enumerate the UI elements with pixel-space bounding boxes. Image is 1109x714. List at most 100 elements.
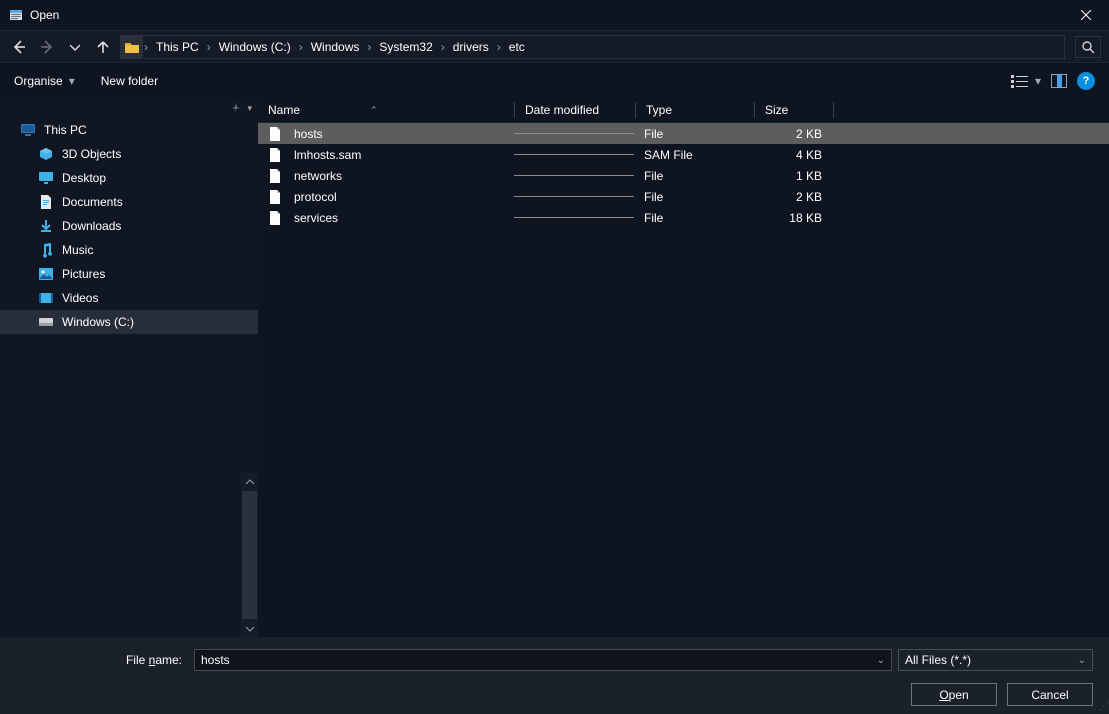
sort-asc-icon: ⌃ xyxy=(370,105,378,116)
file-date-redacted xyxy=(514,133,634,134)
file-name: services xyxy=(294,211,514,225)
file-type: File xyxy=(634,190,752,204)
app-icon xyxy=(8,7,24,23)
chevron-down-icon[interactable]: ▾ xyxy=(247,103,252,114)
file-row-lmhosts-sam[interactable]: lmhosts.samSAM File4 KB xyxy=(258,144,1109,165)
organise-label: Organise xyxy=(14,74,63,88)
scrollbar-thumb[interactable] xyxy=(242,491,257,619)
file-size: 4 KB xyxy=(752,148,830,162)
dialog-footer: File name: ⌄ All Files (*.*) ⌄ Open Canc… xyxy=(0,637,1109,714)
file-icon xyxy=(268,168,284,184)
sidebar-item-desktop[interactable]: Desktop xyxy=(0,166,258,190)
breadcrumb-this-pc[interactable]: This PC xyxy=(149,36,206,58)
breadcrumb-windows-c-[interactable]: Windows (C:) xyxy=(212,36,298,58)
nav-toolbar: › This PC›Windows (C:)›Windows›System32›… xyxy=(0,30,1109,63)
column-type[interactable]: Type xyxy=(636,98,754,122)
cancel-button[interactable]: Cancel xyxy=(1007,683,1093,706)
open-button[interactable]: Open xyxy=(911,683,997,706)
pin-icon[interactable] xyxy=(231,103,241,113)
column-divider[interactable] xyxy=(833,102,834,118)
chevron-down-icon: ▾ xyxy=(69,74,75,88)
up-button[interactable] xyxy=(92,36,114,58)
file-size: 2 KB xyxy=(752,127,830,141)
sidebar-item-label: 3D Objects xyxy=(62,147,121,161)
help-button[interactable]: ? xyxy=(1077,72,1095,90)
down-icon xyxy=(38,218,54,234)
forward-button[interactable] xyxy=(36,36,58,58)
file-row-networks[interactable]: networksFile1 KB xyxy=(258,165,1109,186)
sidebar-item-videos[interactable]: Videos xyxy=(0,286,258,310)
sidebar-item-label: Music xyxy=(62,243,93,257)
preview-pane-icon xyxy=(1051,74,1067,88)
file-type-filter[interactable]: All Files (*.*) ⌄ xyxy=(898,649,1093,671)
column-date-modified[interactable]: Date modified xyxy=(515,98,635,122)
sidebar-scrollbar[interactable] xyxy=(241,473,258,637)
scroll-up-icon[interactable] xyxy=(241,473,258,490)
file-type: File xyxy=(634,169,752,183)
sidebar-item-label: Downloads xyxy=(62,219,121,233)
window-title: Open xyxy=(30,8,1063,22)
file-icon xyxy=(268,147,284,163)
file-row-protocol[interactable]: protocol File2 KB xyxy=(258,186,1109,207)
file-list-pane: Name ⌃ Date modified Type Size hosts File… xyxy=(258,98,1109,637)
sidebar-item-pictures[interactable]: Pictures xyxy=(0,262,258,286)
search-button[interactable] xyxy=(1075,36,1101,58)
sidebar-root-label: This PC xyxy=(44,123,87,137)
desktop-icon xyxy=(38,170,54,186)
preview-pane-button[interactable] xyxy=(1051,74,1067,88)
breadcrumb-etc[interactable]: etc xyxy=(502,36,532,58)
file-name: protocol xyxy=(294,190,514,204)
file-size: 2 KB xyxy=(752,190,830,204)
sidebar-item-label: Windows (C:) xyxy=(62,315,134,329)
file-date-redacted xyxy=(514,154,634,155)
sidebar-item-label: Pictures xyxy=(62,267,105,281)
filename-input[interactable]: ⌄ xyxy=(194,649,892,671)
sidebar-item-downloads[interactable]: Downloads xyxy=(0,214,258,238)
breadcrumb-system32[interactable]: System32 xyxy=(372,36,439,58)
chevron-down-icon: ▾ xyxy=(1035,74,1041,88)
column-size[interactable]: Size xyxy=(755,98,833,122)
file-icon xyxy=(268,126,284,142)
sidebar-item-label: Videos xyxy=(62,291,98,305)
file-name: networks xyxy=(294,169,514,183)
file-date-redacted xyxy=(514,217,634,218)
view-menu[interactable]: ▾ xyxy=(1011,74,1041,88)
breadcrumb-drivers[interactable]: drivers xyxy=(446,36,496,58)
sidebar-root-this-pc[interactable]: This PC xyxy=(0,118,258,142)
cube-icon xyxy=(38,146,54,162)
titlebar: Open xyxy=(0,0,1109,30)
recent-locations-button[interactable] xyxy=(64,36,86,58)
file-row-services[interactable]: servicesFile18 KB xyxy=(258,207,1109,228)
organise-menu[interactable]: Organise ▾ xyxy=(14,74,75,88)
scroll-down-icon[interactable] xyxy=(241,620,258,637)
breadcrumb-windows[interactable]: Windows xyxy=(304,36,367,58)
back-button[interactable] xyxy=(8,36,30,58)
sidebar-item-music[interactable]: Music xyxy=(0,238,258,262)
column-headers: Name ⌃ Date modified Type Size xyxy=(258,98,1109,123)
sidebar-item-windows-c-[interactable]: Windows (C:) xyxy=(0,310,258,334)
address-folder-icon xyxy=(121,36,143,58)
file-type: File xyxy=(634,211,752,225)
resize-grip-icon[interactable]: ⋰ xyxy=(1099,701,1107,712)
sidebar-item-3d-objects[interactable]: 3D Objects xyxy=(0,142,258,166)
file-type: File xyxy=(634,127,752,141)
sidebar-item-documents[interactable]: Documents xyxy=(0,190,258,214)
navigation-pane: ▾ This PC 3D Objects DesktopDocuments Down… xyxy=(0,98,258,637)
pic-icon xyxy=(38,266,54,282)
column-name[interactable]: Name ⌃ xyxy=(258,98,514,122)
file-name: hosts xyxy=(294,127,514,141)
music-icon xyxy=(38,242,54,258)
filename-field[interactable] xyxy=(201,653,877,667)
file-row-hosts[interactable]: hosts File2 KB xyxy=(258,123,1109,144)
file-type: SAM File xyxy=(634,148,752,162)
file-icon xyxy=(268,210,284,226)
new-folder-label: New folder xyxy=(101,74,158,88)
new-folder-button[interactable]: New folder xyxy=(101,74,158,88)
file-date-redacted xyxy=(514,196,634,197)
drive-icon xyxy=(38,314,54,330)
close-button[interactable] xyxy=(1063,0,1109,30)
pc-icon xyxy=(20,122,36,138)
address-bar[interactable]: › This PC›Windows (C:)›Windows›System32›… xyxy=(120,35,1065,59)
chevron-down-icon[interactable]: ⌄ xyxy=(877,655,885,666)
filter-label: All Files (*.*) xyxy=(905,653,971,667)
